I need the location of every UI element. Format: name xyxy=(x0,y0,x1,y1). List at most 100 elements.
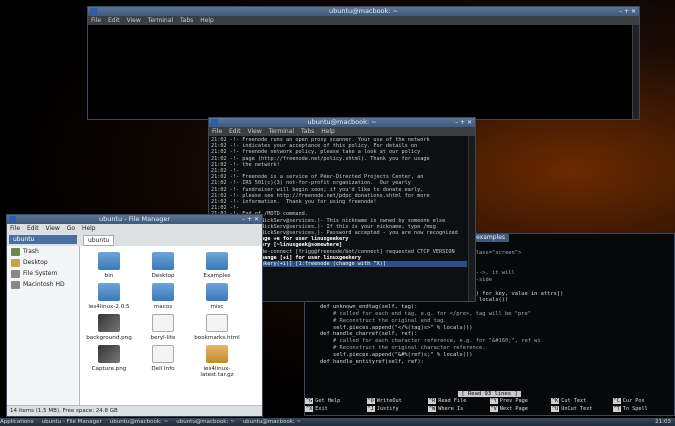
side-item-label: Desktop xyxy=(23,259,48,266)
shortcut-label: Next Page xyxy=(499,406,528,412)
side-item[interactable]: Macintosh HD xyxy=(7,279,79,290)
file-item[interactable]: macos xyxy=(140,283,186,310)
shortcut-item: ^X Exit xyxy=(305,405,367,413)
image-icon xyxy=(98,314,120,332)
window-title: ubuntu - File Manager xyxy=(98,215,171,223)
shortcut-key: ^J xyxy=(366,406,375,412)
shortcut-item: ^U UnCut Text xyxy=(551,405,613,413)
path-button[interactable]: ubuntu xyxy=(83,235,115,246)
side-item[interactable]: Desktop xyxy=(7,257,79,268)
menu-help[interactable]: Help xyxy=(200,17,214,24)
code-line: def handle_charref(self, ref): xyxy=(307,331,418,338)
shortcut-item: ^T To Spell xyxy=(612,405,675,413)
editor-shortcuts: ^G Get Help ^O WriteOut ^R Read File ^Y Prev Pa… xyxy=(305,397,674,415)
file-item[interactable]: Capture.png xyxy=(86,345,132,378)
file-name: Desktop xyxy=(151,273,175,279)
taskbar-item[interactable]: Applications xyxy=(0,419,34,425)
file-view[interactable]: bin Desktop Examples ies4linux-2.0.5 macos mi… xyxy=(80,246,262,406)
shortcut-label: Exit xyxy=(315,406,328,412)
menu-bar: File Edit View Terminal Tabs Help xyxy=(88,16,639,25)
menu-file[interactable]: File xyxy=(212,128,222,135)
shortcut-label: Get Help xyxy=(315,398,341,404)
file-item[interactable]: background.png xyxy=(86,314,132,341)
menu-edit[interactable]: Edit xyxy=(27,225,39,232)
shortcut-item: ^O WriteOut xyxy=(366,397,429,405)
scrollbar[interactable] xyxy=(632,25,639,119)
file-manager-window[interactable]: ubuntu - File Manager – + ✕ File Edit Vi… xyxy=(6,214,263,417)
menu-go[interactable]: Go xyxy=(67,225,75,232)
title-bar[interactable]: ubuntu@macbook: ~ – + ✕ xyxy=(209,118,475,127)
window-controls[interactable]: – + ✕ xyxy=(619,7,636,16)
menu-terminal[interactable]: Terminal xyxy=(269,128,294,135)
folder-icon xyxy=(98,283,120,301)
menu-help[interactable]: Help xyxy=(321,128,335,135)
document-icon xyxy=(206,314,228,332)
menu-edit[interactable]: Edit xyxy=(108,17,120,24)
archive-icon xyxy=(206,345,228,363)
file-item[interactable]: ies4linux-latest.tar.gz xyxy=(194,345,240,378)
shortcut-label: WriteOut xyxy=(376,398,402,404)
shortcut-label: To Spell xyxy=(622,406,648,412)
code-line: self.pieces.append("&#%(ref)s;" % locals… xyxy=(307,351,473,358)
menu-bar: File Edit View Terminal Tabs Help xyxy=(209,127,475,136)
file-name: Dell Info xyxy=(151,366,175,372)
top-terminal-window[interactable]: ubuntu@macbook: ~ – + ✕ File Edit View T… xyxy=(87,6,640,120)
side-item[interactable]: Trash xyxy=(7,246,79,257)
menu-terminal[interactable]: Terminal xyxy=(148,17,173,24)
menu-view[interactable]: View xyxy=(127,17,141,24)
file-item[interactable]: bookmarks.html xyxy=(194,314,240,341)
title-bar[interactable]: ubuntu - File Manager – + ✕ xyxy=(7,215,262,224)
shortcut-item: ^C Cur Pos xyxy=(612,397,675,405)
side-pane-header[interactable]: ubuntu xyxy=(9,235,77,244)
file-item[interactable]: ies4linux-2.0.5 xyxy=(86,283,132,310)
window-title: ubuntu@macbook: ~ xyxy=(328,7,399,15)
menu-tabs[interactable]: Tabs xyxy=(301,128,314,135)
menu-help[interactable]: Help xyxy=(82,225,96,232)
drive-icon xyxy=(11,269,20,278)
shortcut-key: ^Y xyxy=(489,398,498,404)
file-item[interactable]: Dell Info xyxy=(140,345,186,378)
folder-icon xyxy=(152,252,174,270)
menu-tabs[interactable]: Tabs xyxy=(180,17,193,24)
menu-view[interactable]: View xyxy=(46,225,60,232)
menu-file[interactable]: File xyxy=(91,17,101,24)
window-controls[interactable]: – + ✕ xyxy=(242,215,259,224)
shortcut-key: ^G xyxy=(305,398,314,404)
terminal-icon xyxy=(90,8,97,15)
taskbar-item[interactable]: ubuntu - File Manager xyxy=(42,419,102,425)
file-name: bookmarks.html xyxy=(194,335,240,341)
shortcut-label: Where Is xyxy=(438,406,464,412)
taskbar-item[interactable]: ubuntu@macbook: ~ xyxy=(176,419,234,425)
title-bar[interactable]: ubuntu@macbook: ~ – + ✕ xyxy=(88,7,639,16)
file-name: bin xyxy=(104,273,114,279)
shortcut-key: ^O xyxy=(366,398,375,404)
folder-icon xyxy=(206,252,228,270)
editor-status: [ Read 93 lines ] xyxy=(305,389,674,397)
file-name: macos xyxy=(153,304,173,310)
scrollbar[interactable] xyxy=(468,136,475,301)
side-item-label: File System xyxy=(23,270,58,277)
taskbar-item[interactable]: ubuntu@macbook: ~ xyxy=(243,419,301,425)
file-item[interactable]: misc xyxy=(194,283,240,310)
window-controls[interactable]: – + ✕ xyxy=(455,118,472,127)
shortcut-label: Cur Pos xyxy=(622,398,645,404)
code-line: # Reconstruct the original end tag. xyxy=(307,317,447,324)
file-item[interactable]: Desktop xyxy=(140,252,186,279)
menu-edit[interactable]: Edit xyxy=(229,128,241,135)
shortcut-item: ^K Cut Text xyxy=(551,397,613,405)
shortcut-label: Read File xyxy=(438,398,467,404)
menu-view[interactable]: View xyxy=(248,128,262,135)
file-name: background.png xyxy=(86,335,132,341)
taskbar-item[interactable]: ubuntu@macbook: ~ xyxy=(110,419,168,425)
image-icon xyxy=(98,345,120,363)
side-item[interactable]: File System xyxy=(7,268,79,279)
shortcut-label: Cut Text xyxy=(561,398,587,404)
file-name: beryl-lite xyxy=(150,335,176,341)
file-item[interactable]: bin xyxy=(86,252,132,279)
file-item[interactable]: beryl-lite xyxy=(140,314,186,341)
file-name: ies4linux-2.0.5 xyxy=(88,304,130,310)
document-icon xyxy=(152,314,174,332)
menu-file[interactable]: File xyxy=(10,225,20,232)
file-item[interactable]: Examples xyxy=(194,252,240,279)
shortcut-key: ^U xyxy=(551,406,560,412)
